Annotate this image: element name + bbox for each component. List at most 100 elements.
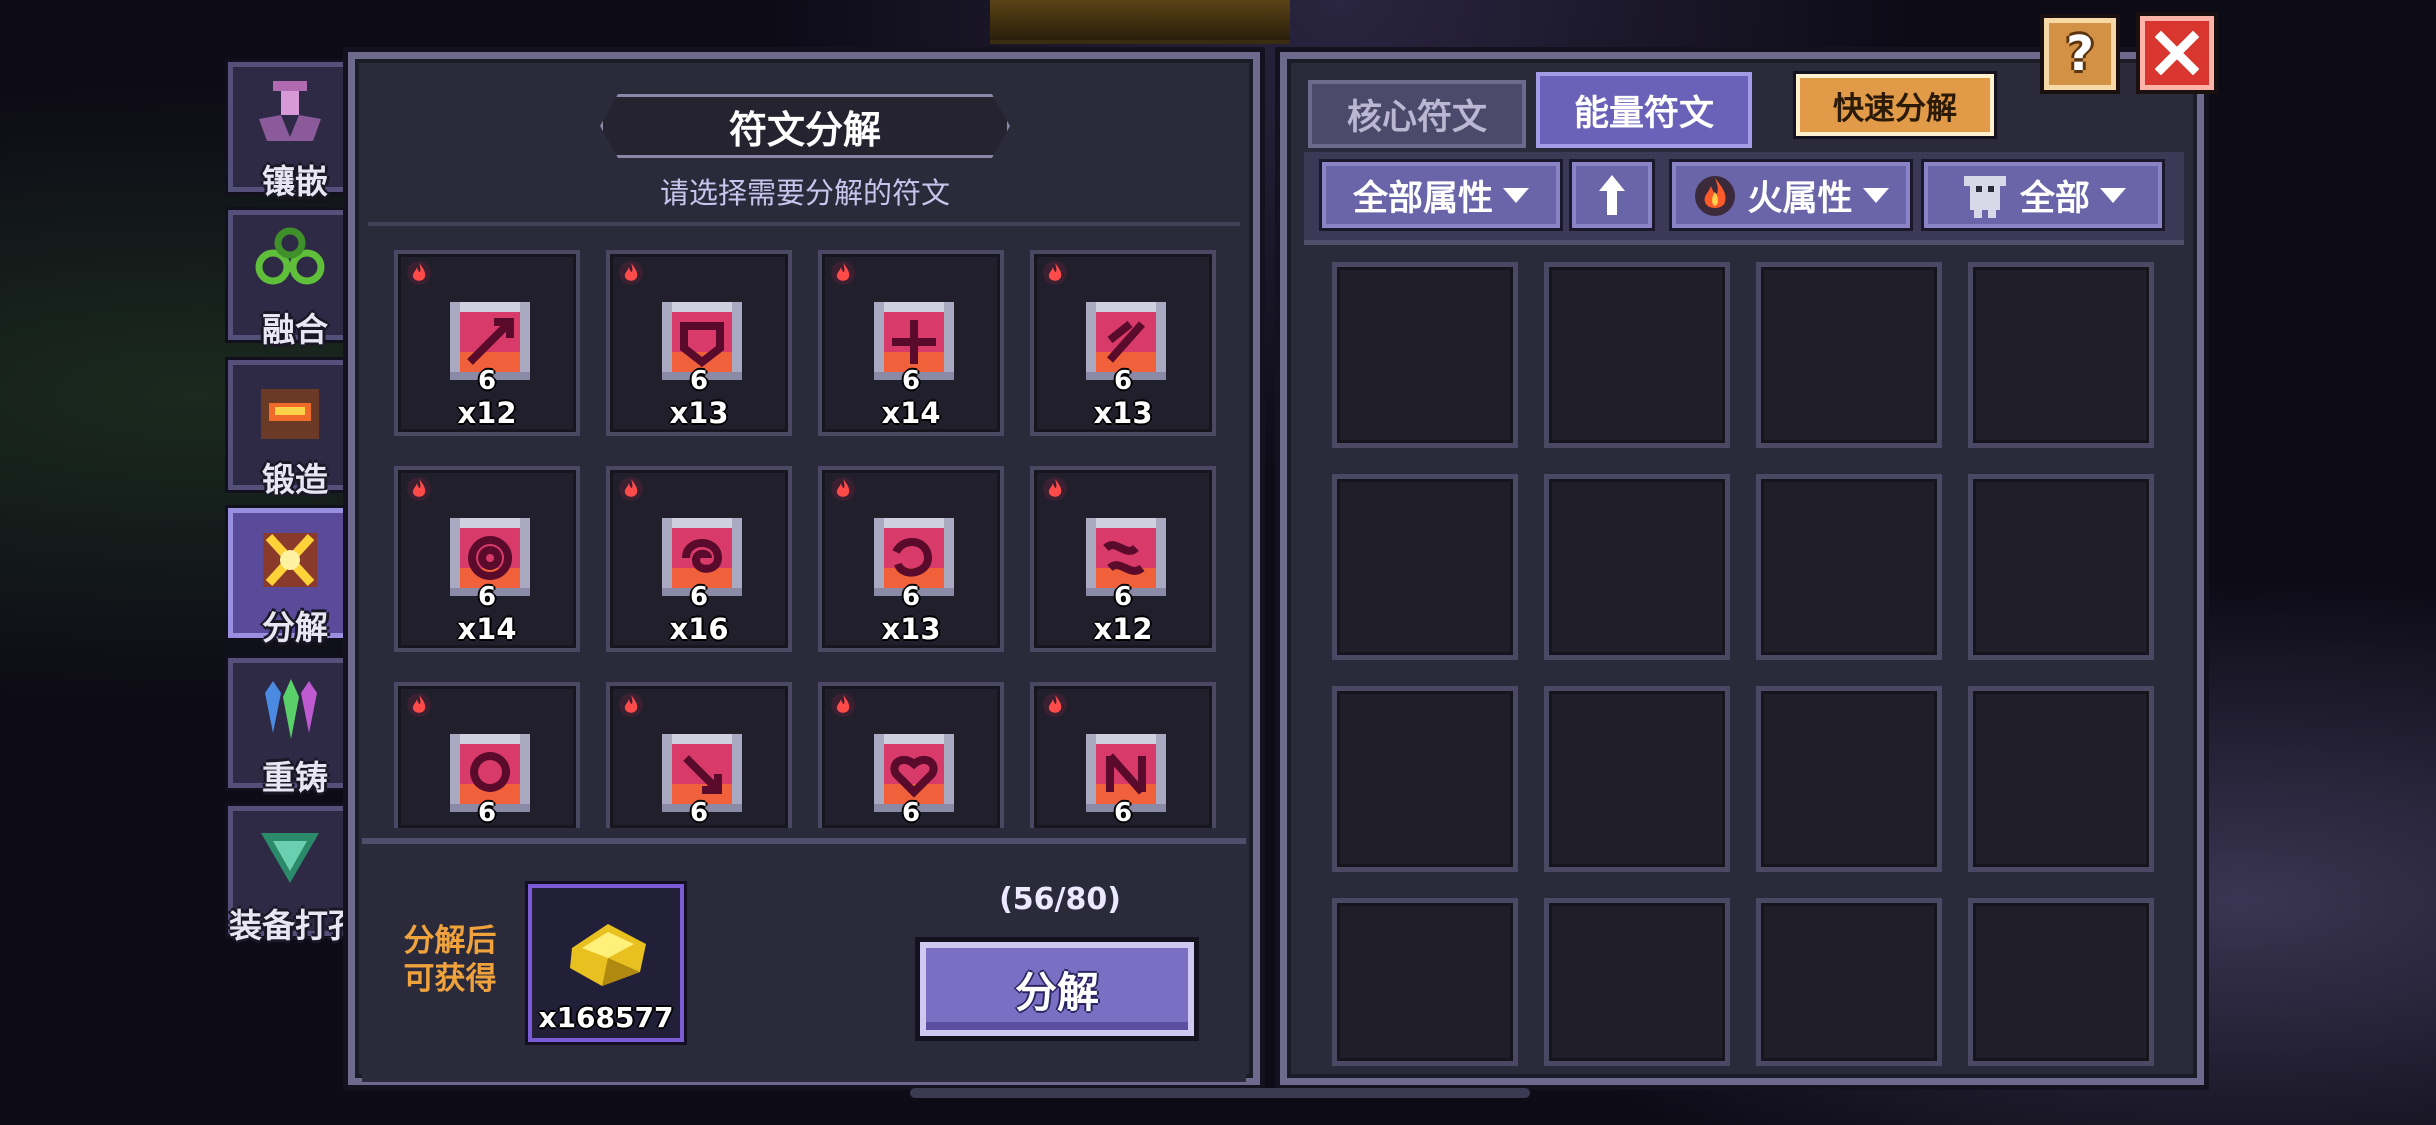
rune-slot[interactable]: 6 <box>1030 682 1216 828</box>
fire-element-icon <box>1043 477 1067 501</box>
fusion-icon <box>255 227 325 285</box>
type-filter-dropdown[interactable]: 全部 <box>1924 162 2162 228</box>
rune-level: 6 <box>901 582 921 612</box>
chevron-down-icon <box>2100 187 2126 203</box>
sidebar-item-fusion[interactable]: 融合 <box>228 210 352 349</box>
close-button[interactable] <box>2140 16 2214 90</box>
inventory-slot[interactable] <box>1756 898 1942 1066</box>
rune-level: 6 <box>689 798 709 828</box>
chevron-down-icon <box>1862 187 1889 203</box>
gain-label-line1: 分解后 <box>403 923 497 959</box>
rune-level: 6 <box>1113 798 1133 828</box>
rune-count: x13 <box>1093 396 1153 430</box>
fire-element-icon <box>831 477 855 501</box>
rune-slot[interactable]: 6 x12 <box>1030 466 1216 652</box>
recast-icon <box>265 679 317 739</box>
sidebar-item-inlay[interactable]: 镶嵌 <box>228 62 352 201</box>
tab-core-runes[interactable]: 核心符文 <box>1308 80 1526 148</box>
rune-level: 6 <box>477 582 497 612</box>
rune-level: 6 <box>689 582 709 612</box>
rune-slot[interactable]: 6 x14 <box>394 466 580 652</box>
rune-level: 6 <box>477 366 497 396</box>
inventory-slot[interactable] <box>1544 898 1730 1066</box>
reward-count: x168577 <box>538 1001 674 1034</box>
rune-slot[interactable]: 6 <box>818 682 1004 828</box>
chevron-down-icon <box>1503 187 1529 203</box>
fire-element-icon <box>407 693 431 717</box>
inventory-slot[interactable] <box>1968 474 2154 660</box>
element-filter-label: 火属性 <box>1747 178 1853 219</box>
reward-slot: x168577 <box>528 884 684 1042</box>
inventory-slot[interactable] <box>1332 898 1518 1066</box>
sidebar-item-forge[interactable]: 锻造 <box>228 360 352 499</box>
socket-drill-icon <box>261 833 319 883</box>
rune-count: x14 <box>457 612 517 646</box>
top-ornament <box>990 0 1290 44</box>
attribute-filter-dropdown[interactable]: 全部属性 <box>1322 162 1560 228</box>
sidebar-item-recast[interactable]: 重铸 <box>228 658 352 797</box>
rune-count: x16 <box>669 612 729 646</box>
divider <box>368 222 1240 226</box>
fire-element-icon <box>831 261 855 285</box>
rune-level: 6 <box>689 366 709 396</box>
capacity-counter: (56/80) <box>999 882 1121 917</box>
sort-order-button[interactable] <box>1572 162 1652 228</box>
rune-level: 6 <box>1113 582 1133 612</box>
fire-element-icon <box>1043 261 1067 285</box>
help-button[interactable]: ? <box>2044 18 2116 90</box>
rune-slot[interactable]: 6 x12 <box>394 250 580 436</box>
rune-level: 6 <box>901 366 921 396</box>
rune-count: x13 <box>669 396 729 430</box>
attribute-filter-label: 全部属性 <box>1352 178 1493 219</box>
inventory-slot[interactable] <box>1332 686 1518 872</box>
rune-slot[interactable]: 6 x16 <box>606 466 792 652</box>
decompose-button[interactable]: 分解 <box>920 942 1194 1036</box>
fire-element-icon <box>619 261 643 285</box>
forge-icon <box>261 389 319 439</box>
inlay-icon <box>259 81 321 141</box>
rune-slot[interactable]: 6 <box>606 682 792 828</box>
fire-element-icon <box>407 261 431 285</box>
inventory-slot[interactable] <box>1968 898 2154 1066</box>
element-filter-dropdown[interactable]: 火属性 <box>1672 162 1910 228</box>
rune-level: 6 <box>477 798 497 828</box>
close-icon <box>2155 31 2199 75</box>
fire-element-icon <box>407 477 431 501</box>
rune-count: x12 <box>1093 612 1153 646</box>
rune-slot[interactable]: 6 x14 <box>818 250 1004 436</box>
inventory-slot[interactable] <box>1968 686 2154 872</box>
inventory-slot[interactable] <box>1756 262 1942 448</box>
gold-dust-icon <box>570 924 646 986</box>
arrow-up-icon <box>1599 175 1625 215</box>
rune-count: x14 <box>881 396 941 430</box>
inventory-slot[interactable] <box>1756 686 1942 872</box>
inventory-slot[interactable] <box>1756 474 1942 660</box>
sidebar-item-socket-drill[interactable]: 装备打孔 <box>228 806 361 945</box>
fire-element-icon <box>619 477 643 501</box>
sidebar-item-decompose[interactable]: 分解 <box>228 508 352 647</box>
bottom-scroll-indicator <box>910 1088 1530 1098</box>
panel-title: 符文分解 <box>600 94 1010 158</box>
gain-label: 分解后 可获得 <box>380 922 520 998</box>
type-filter-label: 全部 <box>2019 178 2090 219</box>
panel-subtitle: 请选择需要分解的符文 <box>659 176 950 210</box>
inventory-slot[interactable] <box>1544 262 1730 448</box>
inventory-slot[interactable] <box>1544 686 1730 872</box>
tab-energy-runes[interactable]: 能量符文 <box>1536 72 1752 148</box>
rune-level: 6 <box>901 798 921 828</box>
rune-slot[interactable]: 6 x13 <box>1030 250 1216 436</box>
decompose-icon <box>263 533 317 587</box>
inventory-slot[interactable] <box>1544 474 1730 660</box>
monster-type-icon <box>1963 176 2006 218</box>
rune-slot[interactable]: 6 x13 <box>606 250 792 436</box>
rune-count: x12 <box>457 396 517 430</box>
inventory-slot[interactable] <box>1968 262 2154 448</box>
gain-label-line2: 可获得 <box>403 961 497 997</box>
rune-slot[interactable]: 6 x13 <box>818 466 1004 652</box>
inventory-slot[interactable] <box>1332 262 1518 448</box>
rune-slot[interactable]: 6 <box>394 682 580 828</box>
fire-element-icon <box>619 693 643 717</box>
inventory-slot[interactable] <box>1332 474 1518 660</box>
fire-element-icon <box>1043 693 1067 717</box>
quick-decompose-button[interactable]: 快速分解 <box>1796 74 1994 136</box>
